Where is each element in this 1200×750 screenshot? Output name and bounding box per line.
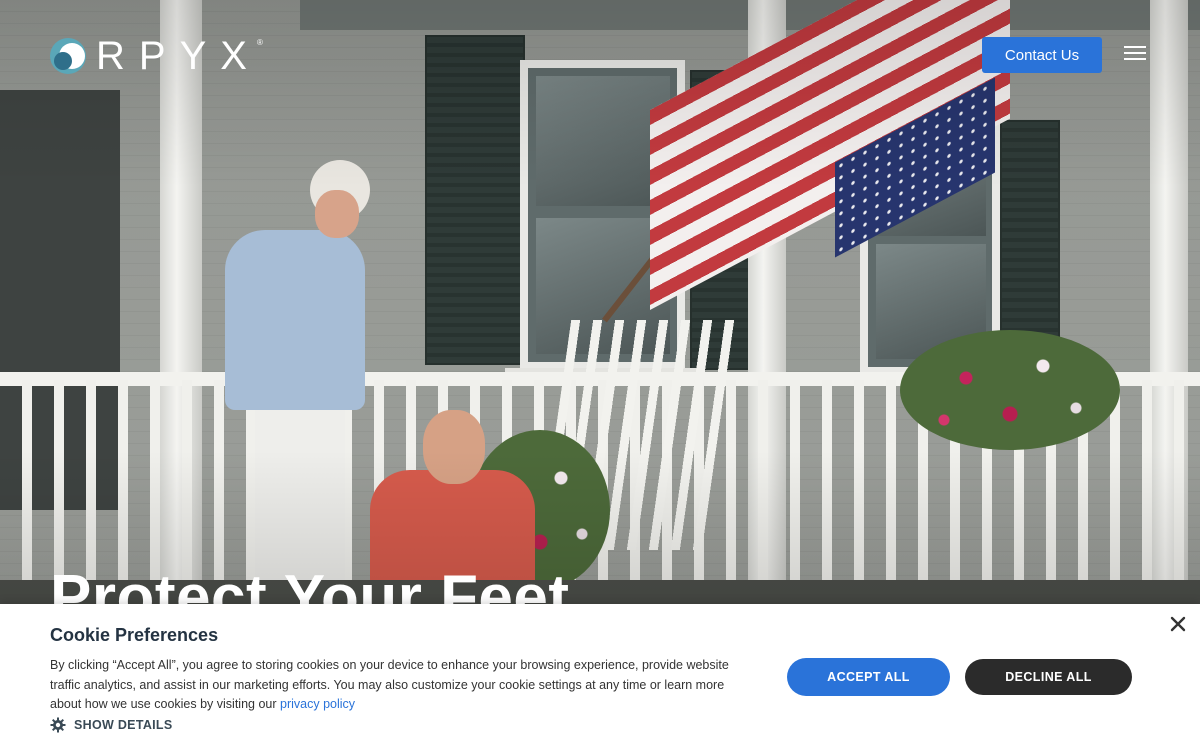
registered-mark: ® [256, 38, 263, 47]
contact-us-button[interactable]: Contact Us [982, 37, 1102, 73]
privacy-policy-link[interactable]: privacy policy [280, 697, 355, 711]
show-details-label: SHOW DETAILS [74, 718, 173, 732]
cookie-banner-title: Cookie Preferences [50, 625, 219, 645]
show-details-toggle[interactable]: SHOW DETAILS [50, 717, 173, 733]
hamburger-menu-icon[interactable] [1124, 46, 1146, 64]
site-logo[interactable]: RPYX ® [50, 36, 263, 76]
logo-wordmark: RPYX [96, 34, 261, 78]
close-icon[interactable] [1168, 614, 1188, 634]
decline-all-button[interactable]: DECLINE ALL [965, 659, 1132, 695]
cookie-banner-text: By clicking “Accept All”, you agree to s… [50, 656, 750, 715]
accept-all-button[interactable]: ACCEPT ALL [787, 658, 950, 696]
cookie-banner: Cookie Preferences By clicking “Accept A… [0, 604, 1200, 750]
cookie-banner-body: By clicking “Accept All”, you agree to s… [50, 658, 729, 711]
orpyx-logo-icon [50, 38, 86, 74]
gear-icon [50, 717, 66, 733]
